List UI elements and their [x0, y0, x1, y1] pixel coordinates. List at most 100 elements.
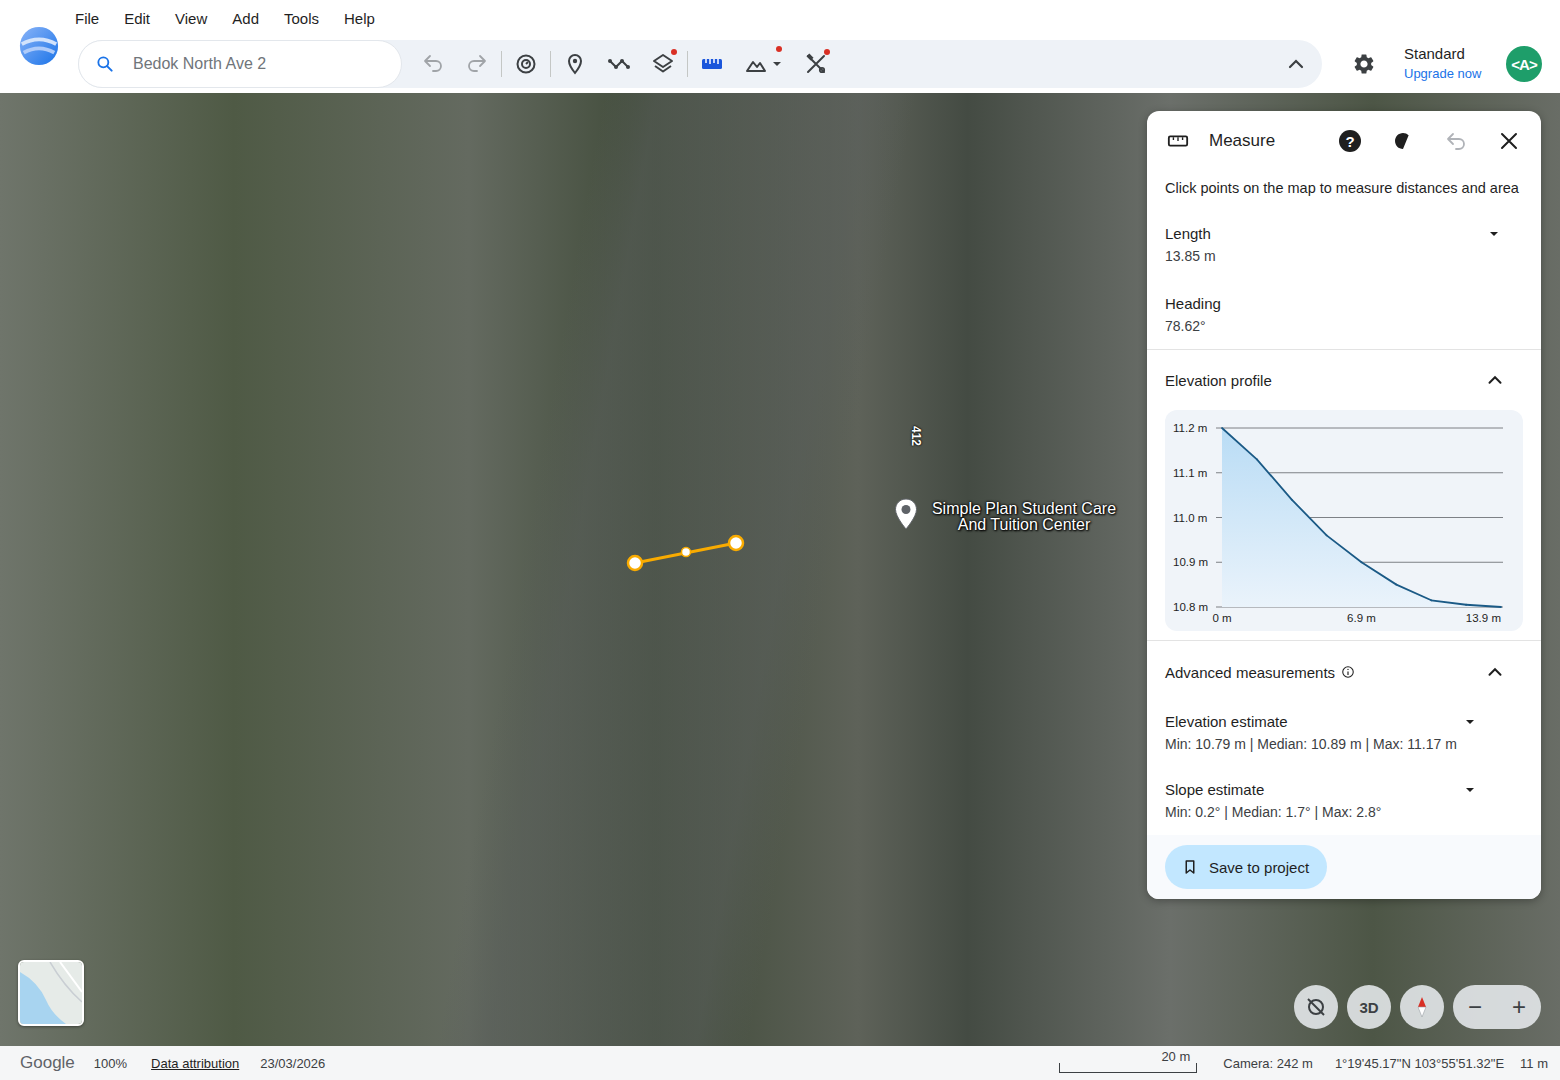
menu-item[interactable]: Edit — [124, 10, 150, 27]
reset-rotation-icon[interactable] — [1304, 995, 1328, 1019]
elevation-line-segment — [1431, 600, 1466, 604]
3d-toggle-button[interactable]: 3D — [1347, 985, 1391, 1029]
section-title: Advanced measurements — [1165, 664, 1335, 681]
elevation-area — [1222, 428, 1501, 607]
undo-button[interactable] — [415, 46, 451, 82]
dropdown-caret-icon[interactable] — [1465, 785, 1475, 795]
y-tick: 11.2 m — [1173, 422, 1207, 434]
elevation-line-segment — [1466, 605, 1501, 607]
measure-point[interactable] — [729, 536, 743, 550]
measure-point[interactable] — [628, 556, 642, 570]
elevation-profile-header[interactable]: Elevation profile — [1147, 350, 1541, 410]
pin-icon[interactable] — [563, 52, 587, 76]
ruler-icon — [1167, 130, 1189, 152]
layers-icon[interactable] — [651, 52, 675, 76]
map-view[interactable]: 412Simple Plan Student Care And Tuition … — [0, 93, 1560, 1046]
zoom-out-button[interactable]: − — [1468, 995, 1482, 1019]
y-tick: 10.9 m — [1173, 556, 1208, 568]
path-button[interactable] — [601, 46, 637, 82]
map-pin-icon[interactable] — [894, 498, 918, 530]
zoom-percent: 100% — [94, 1056, 127, 1071]
y-tick: 10.8 m — [1173, 601, 1208, 613]
elevation-chart: 11.2 m11.1 m11.0 m10.9 m10.8 m0 m6.9 m13… — [1165, 410, 1523, 631]
help-button[interactable]: ? — [1339, 130, 1361, 152]
scale-label: 20 m — [1161, 1049, 1190, 1064]
minimap[interactable] — [18, 960, 84, 1026]
redo-button[interactable] — [459, 46, 495, 82]
tools-icon[interactable] — [804, 52, 828, 76]
redo-icon[interactable] — [465, 52, 489, 76]
info-icon[interactable] — [1341, 665, 1355, 679]
menu-bar: File Edit View Add Tools Help — [75, 0, 1322, 36]
menu-item[interactable]: File — [75, 10, 99, 27]
dropdown-caret-icon[interactable] — [772, 59, 782, 69]
instruction-text: Click points on the map to measure dista… — [1147, 177, 1541, 199]
heading-field: Heading78.62° — [1147, 293, 1541, 337]
elevation-line-segment — [1327, 535, 1362, 562]
length-field[interactable]: Length13.85 m — [1147, 223, 1541, 267]
undo-icon[interactable] — [1444, 129, 1468, 153]
place-marker[interactable]: Simple Plan Student Care And Tuition Cen… — [894, 498, 1122, 533]
measure-midpoint[interactable] — [682, 548, 691, 557]
gear-icon[interactable] — [1352, 52, 1376, 76]
tools-button[interactable] — [798, 46, 834, 82]
history-button[interactable] — [508, 46, 544, 82]
camera-altitude: Camera: 242 m — [1223, 1056, 1313, 1071]
dropdown-caret-icon[interactable] — [1465, 717, 1475, 727]
refresh-icon[interactable] — [1391, 129, 1415, 153]
terrain-icon[interactable] — [744, 52, 768, 76]
earth-logo-icon[interactable] — [18, 25, 60, 67]
chevron-icon[interactable] — [1484, 661, 1506, 683]
undo-icon[interactable] — [421, 52, 445, 76]
menu-and-toolbar: File Edit View Add Tools Help Bedok North Ave … — [78, 0, 1322, 93]
search-field[interactable]: Bedok North Ave 2 — [78, 40, 402, 88]
elevation-line-segment — [1222, 428, 1257, 459]
compass-icon[interactable] — [1410, 995, 1434, 1019]
y-tick: 11.1 m — [1173, 467, 1207, 479]
chevron-up-icon[interactable] — [1284, 52, 1308, 76]
minimap-icon[interactable] — [20, 962, 82, 1024]
zoom-in-button[interactable]: + — [1512, 995, 1526, 1019]
placemark-button[interactable] — [557, 46, 593, 82]
account-avatar[interactable]: <A> — [1506, 46, 1542, 82]
path-icon[interactable] — [607, 52, 631, 76]
save-to-project-button[interactable]: Save to project — [1165, 845, 1327, 889]
field-value: Min: 0.2° | Median: 1.7° | Max: 2.8° — [1165, 801, 1465, 823]
search-icon[interactable] — [95, 54, 115, 74]
save-label[interactable]: Save to project — [1209, 859, 1309, 876]
google-brand: Google — [20, 1053, 75, 1073]
divider — [1147, 349, 1541, 350]
advanced-field[interactable]: Slope estimateMin: 0.2° | Median: 1.7° |… — [1147, 779, 1541, 823]
field-value: 13.85 m — [1165, 245, 1489, 267]
zoom-control: −+ — [1453, 985, 1541, 1029]
upgrade-link[interactable]: Upgrade now — [1404, 64, 1481, 84]
ruler-icon[interactable] — [700, 52, 724, 76]
terrain-button[interactable] — [738, 46, 790, 82]
measure-button[interactable] — [694, 46, 730, 82]
account-area: StandardUpgrade now <A> — [1322, 0, 1560, 88]
collapse-toolbar-button[interactable] — [1278, 46, 1314, 82]
toolbar-divider — [550, 51, 551, 77]
layers-button[interactable] — [645, 46, 681, 82]
history-icon[interactable] — [514, 52, 538, 76]
reset-tilt-button[interactable] — [1294, 985, 1338, 1029]
field-value: 78.62° — [1165, 315, 1523, 337]
search-value[interactable]: Bedok North Ave 2 — [133, 55, 266, 73]
chevron-icon[interactable] — [1484, 369, 1506, 391]
menu-item[interactable]: Tools — [284, 10, 319, 27]
plan-info: StandardUpgrade now — [1404, 44, 1481, 84]
data-attribution-link[interactable]: Data attribution — [151, 1056, 239, 1071]
menu-item[interactable]: Help — [344, 10, 375, 27]
compass-button[interactable] — [1400, 985, 1444, 1029]
dropdown-caret-icon[interactable] — [1489, 229, 1499, 239]
bookmark-icon[interactable] — [1181, 858, 1199, 876]
panel-title: Measure — [1209, 131, 1339, 151]
toolbar-divider — [687, 51, 688, 77]
advanced-measurements-header[interactable]: Advanced measurements — [1147, 641, 1541, 703]
close-icon[interactable] — [1497, 129, 1521, 153]
menu-item[interactable]: Add — [232, 10, 259, 27]
app-header: File Edit View Add Tools Help Bedok North Ave … — [0, 0, 1560, 93]
menu-item[interactable]: View — [175, 10, 207, 27]
place-label[interactable]: Simple Plan Student Care And Tuition Cen… — [926, 501, 1122, 533]
advanced-field[interactable]: Elevation estimateMin: 10.79 m | Median:… — [1147, 711, 1541, 755]
